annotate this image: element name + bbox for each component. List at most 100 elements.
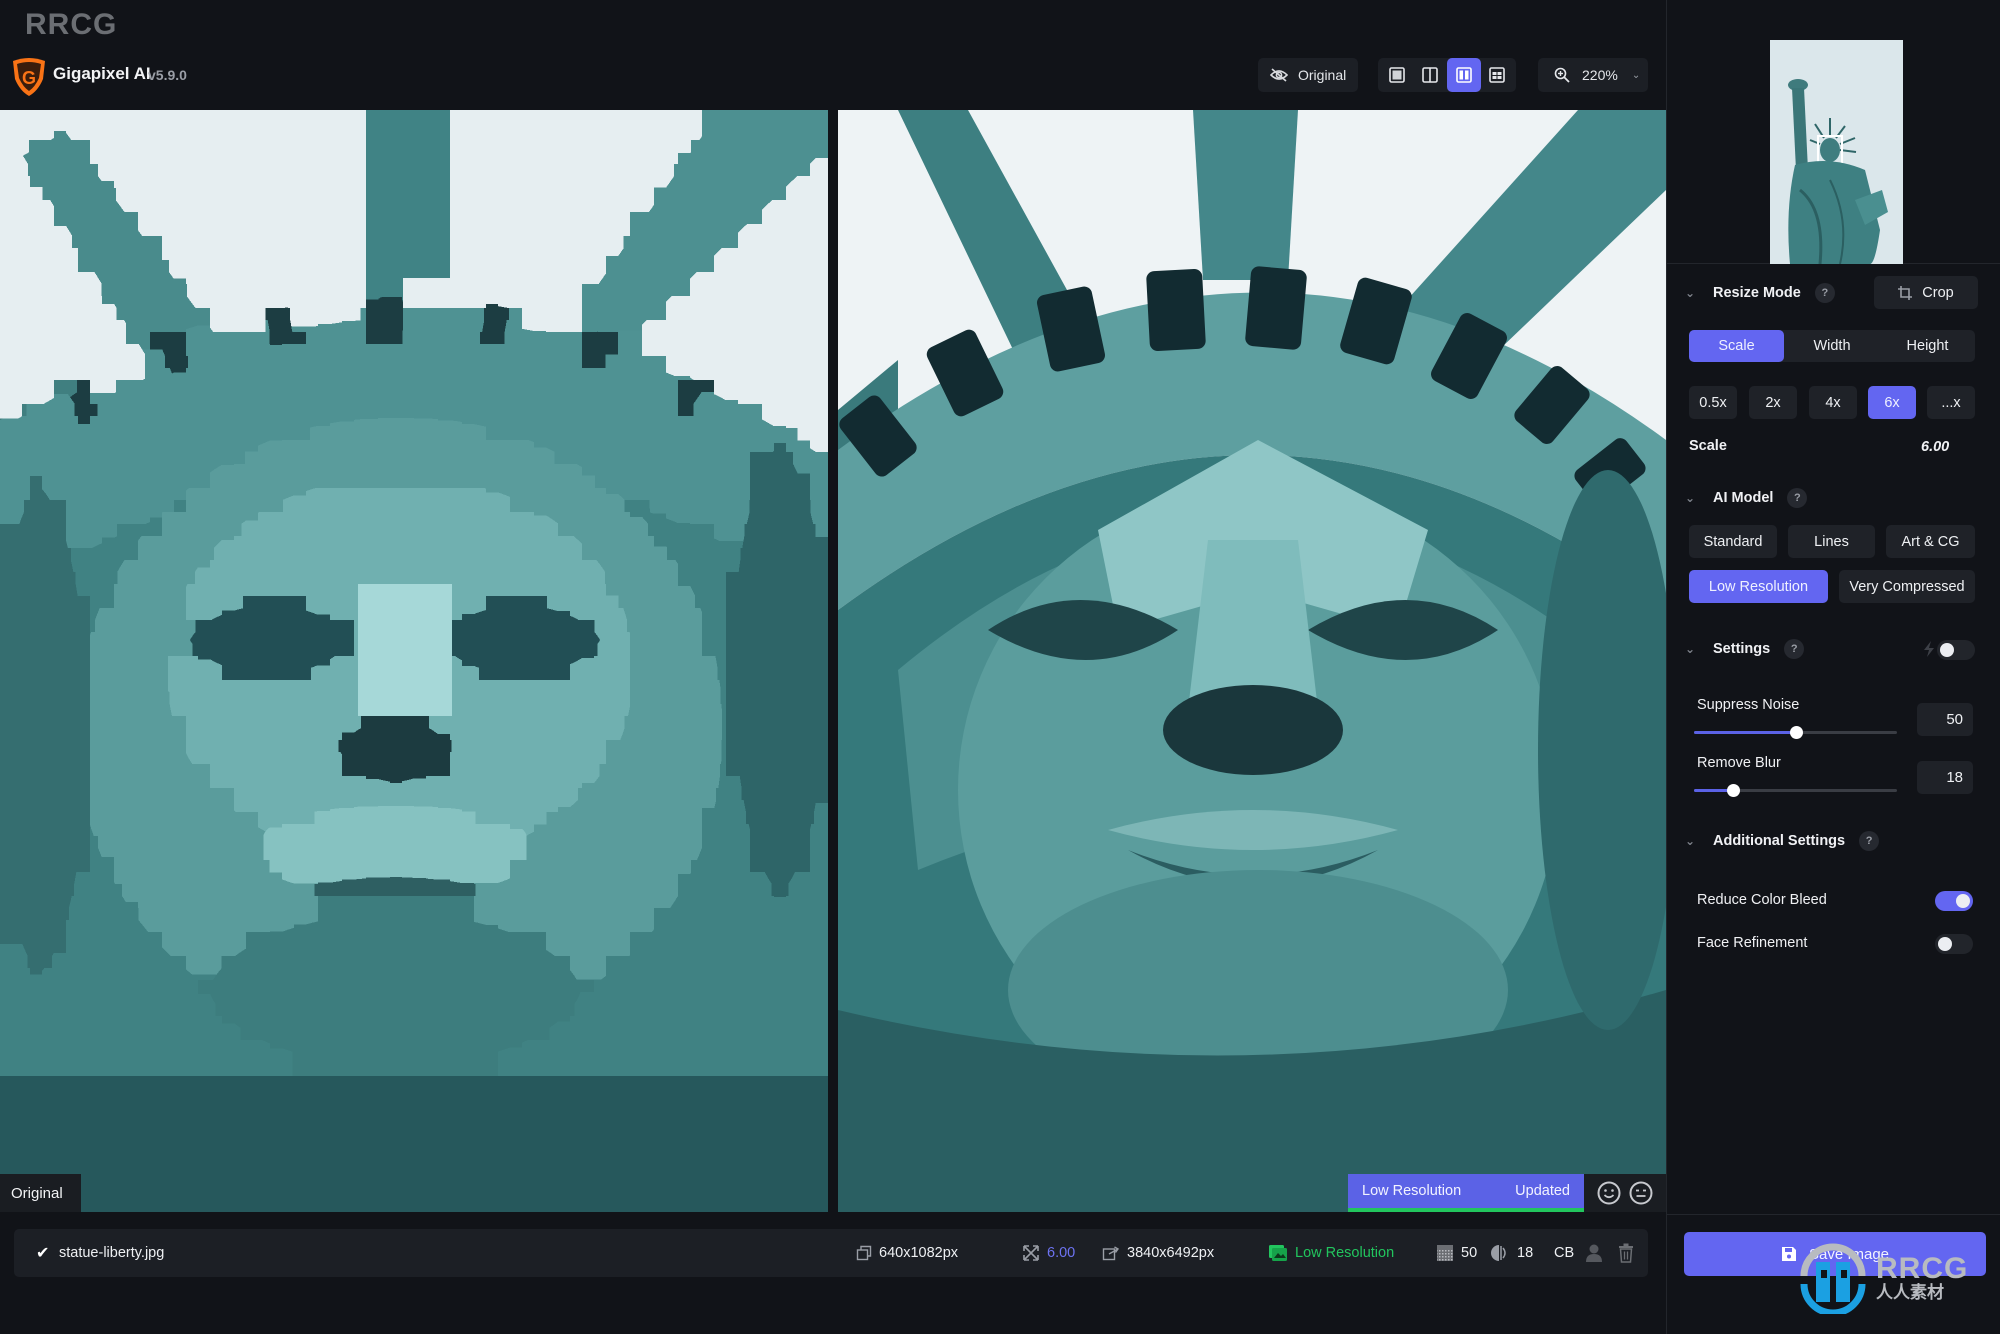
additional-settings-title: Additional Settings	[1713, 833, 1846, 849]
navigator-thumbnail[interactable]	[1770, 40, 1903, 264]
status-state-label: Updated	[1515, 1183, 1570, 1199]
watermark-logo-sub: 人人素材	[1876, 1282, 1944, 1302]
color-bleed-readout: CB	[1554, 1243, 1603, 1263]
status-model-label: Low Resolution	[1362, 1183, 1462, 1199]
remove-blur-slider[interactable]	[1694, 784, 1897, 797]
suppress-noise-label: Suppress Noise	[1697, 697, 1800, 713]
scale-preset-4x[interactable]: 4x	[1809, 386, 1857, 419]
blur-readout: 18	[1490, 1243, 1533, 1263]
feedback-group	[1584, 1174, 1666, 1212]
watermark-logo-main: RRCG	[1876, 1251, 1969, 1285]
side-by-side-icon	[1455, 67, 1472, 83]
settings-header[interactable]: ⌄ Settings ?	[1685, 639, 1805, 659]
smile-face-icon[interactable]	[1596, 1180, 1622, 1206]
help-icon[interactable]: ?	[1787, 488, 1808, 508]
scale-preset-custom[interactable]: ...x	[1927, 386, 1975, 419]
side-by-side-view-button[interactable]	[1447, 58, 1481, 92]
help-icon[interactable]: ?	[1784, 639, 1805, 659]
ai-model-header[interactable]: ⌄ AI Model ?	[1685, 488, 1808, 508]
mode-height-button[interactable]: Height	[1880, 330, 1975, 362]
reduce-color-bleed-label: Reduce Color Bleed	[1697, 892, 1827, 908]
input-size-icon	[856, 1245, 872, 1261]
model-low-resolution-button[interactable]: Low Resolution	[1689, 570, 1828, 603]
blur-value: 18	[1517, 1245, 1534, 1261]
neutral-face-icon[interactable]	[1628, 1180, 1654, 1206]
thumbnail-image	[1770, 40, 1903, 264]
svg-text:G: G	[22, 68, 36, 88]
resize-mode-title: Resize Mode	[1713, 285, 1801, 301]
face-refinement-toggle[interactable]	[1935, 934, 1973, 954]
slider-handle[interactable]	[1789, 726, 1803, 739]
ai-model-title: AI Model	[1713, 490, 1774, 506]
crop-button[interactable]: Crop	[1874, 276, 1978, 309]
save-icon	[1781, 1247, 1796, 1261]
preview-status-bar: Low Resolution Updated	[1348, 1174, 1666, 1212]
app-version: v5.9.0	[148, 67, 187, 83]
zoom-dropdown[interactable]: 220% ⌄	[1538, 58, 1648, 92]
noise-value: 50	[1461, 1245, 1478, 1261]
suppress-noise-input[interactable]: 50	[1917, 703, 1973, 736]
grid-view-button[interactable]	[1481, 58, 1515, 92]
help-icon[interactable]: ?	[1859, 831, 1880, 851]
output-size: 3840x6492px	[1102, 1245, 1214, 1261]
blur-icon	[1491, 1245, 1506, 1261]
model-standard-button[interactable]: Standard	[1689, 525, 1777, 558]
noise-readout: 50	[1436, 1244, 1477, 1262]
mode-scale-button[interactable]: Scale	[1689, 330, 1784, 362]
chevron-down-icon: ⌄	[1685, 642, 1696, 656]
enhanced-preview-pane[interactable]: Low Resolution Updated	[838, 110, 1666, 1212]
color-bleed-badge: CB	[1554, 1245, 1575, 1261]
reduce-color-bleed-toggle[interactable]	[1935, 891, 1973, 911]
topaz-logo-icon: G	[13, 58, 45, 96]
rrcg-logo-icon	[1800, 1243, 1866, 1314]
single-view-button[interactable]	[1380, 58, 1414, 92]
original-label: Original	[1298, 67, 1347, 83]
settings-sidebar: ⌄ Resize Mode ? Crop Scale Width Height …	[1666, 0, 2000, 1334]
checkmark-icon[interactable]: ✔	[36, 1243, 49, 1263]
watermark-text: RRCG	[25, 8, 118, 41]
image-model-icon	[1269, 1245, 1287, 1261]
original-toggle-button[interactable]: Original	[1258, 58, 1358, 92]
crop-icon	[1898, 285, 1913, 300]
face-refinement-label: Face Refinement	[1697, 935, 1808, 951]
model-lines-button[interactable]: Lines	[1788, 525, 1875, 558]
trash-icon[interactable]	[1618, 1243, 1634, 1263]
help-icon[interactable]: ?	[1814, 283, 1835, 303]
slider-handle[interactable]	[1726, 784, 1740, 797]
scale-input[interactable]: 6.00	[1921, 439, 1949, 455]
model-art-cg-button[interactable]: Art & CG	[1886, 525, 1975, 558]
scale-label: Scale	[1689, 438, 1727, 454]
model-readout-value: Low Resolution	[1295, 1245, 1395, 1261]
watermark-logo: RRCG 人人素材	[1796, 1240, 1968, 1314]
remove-blur-input[interactable]: 18	[1917, 761, 1973, 794]
lightning-icon	[1924, 641, 1934, 657]
eye-slash-icon	[1270, 68, 1288, 82]
app-header: RRCG G Gigapixel AI v5.9.0 Original 220%	[0, 0, 1666, 110]
chevron-down-icon: ⌄	[1685, 286, 1696, 300]
chevron-down-icon: ⌄	[1631, 69, 1641, 81]
model-readout: Low Resolution	[1268, 1244, 1394, 1262]
scale-readout: 6.00	[1022, 1244, 1075, 1262]
scale-value: 6.00	[1047, 1245, 1076, 1261]
suppress-noise-slider[interactable]	[1694, 726, 1897, 739]
zoom-in-icon	[1554, 67, 1570, 83]
resize-mode-header[interactable]: ⌄ Resize Mode ?	[1685, 283, 1835, 303]
expand-arrows-icon	[1023, 1245, 1039, 1261]
file-row[interactable]: ✔ statue-liberty.jpg 640x1082px 6.00 384…	[14, 1229, 1648, 1277]
scale-preset-6x[interactable]: 6x	[1868, 386, 1916, 419]
navigator	[1667, 0, 2000, 264]
resize-mode-segmented: Scale Width Height	[1689, 330, 1975, 362]
zoom-value: 220%	[1582, 67, 1618, 83]
scale-preset-2x[interactable]: 2x	[1749, 386, 1797, 419]
split-view-button[interactable]	[1414, 58, 1448, 92]
model-very-compressed-button[interactable]: Very Compressed	[1839, 570, 1975, 603]
scale-preset-0-5x[interactable]: 0.5x	[1689, 386, 1737, 419]
slider-fill	[1694, 731, 1796, 734]
output-size-icon	[1102, 1246, 1120, 1261]
mode-width-button[interactable]: Width	[1784, 330, 1880, 362]
original-preview-pane[interactable]: Original	[0, 110, 828, 1212]
split-view-icon	[1422, 67, 1439, 83]
additional-settings-header[interactable]: ⌄ Additional Settings ?	[1685, 831, 1880, 851]
auto-settings-toggle[interactable]	[1937, 640, 1975, 660]
remove-blur-label: Remove Blur	[1697, 755, 1781, 771]
